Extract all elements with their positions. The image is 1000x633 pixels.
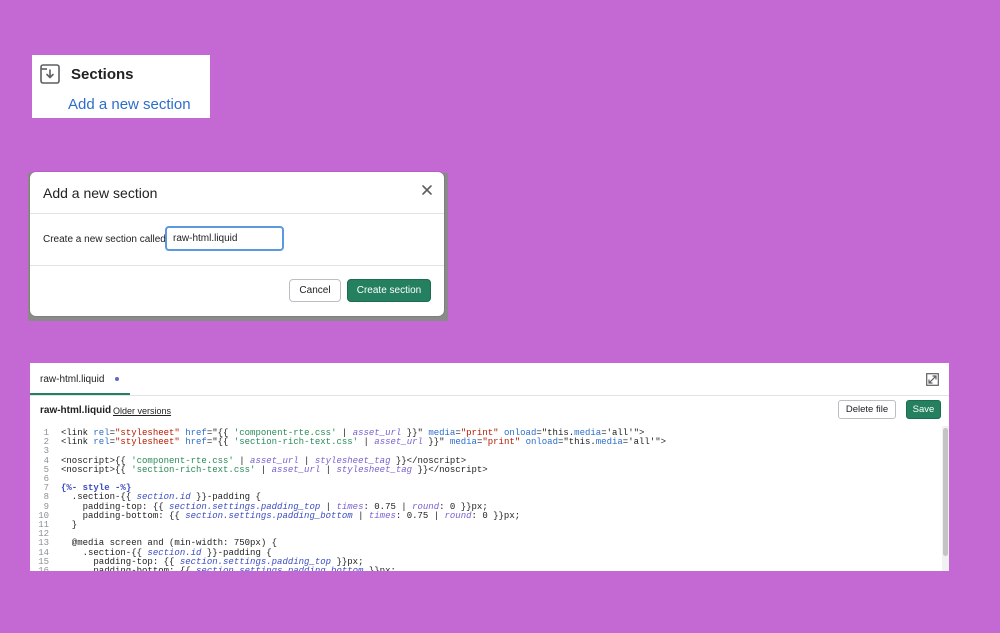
code-line: 16 padding-bottom: {{ section.settings.p…	[30, 566, 940, 571]
modal-divider-bottom	[30, 265, 444, 266]
sections-header: Sections	[40, 64, 134, 84]
code-line: 10 padding-bottom: {{ section.settings.p…	[30, 510, 940, 521]
tab-raw-html-liquid[interactable]: raw-html.liquid	[30, 363, 130, 395]
add-new-section-link[interactable]: Add a new section	[68, 96, 191, 113]
scrollbar-thumb[interactable]	[943, 428, 948, 556]
tab-label: raw-html.liquid	[40, 374, 105, 385]
code-text: padding-bottom: {{ section.settings.padd…	[61, 510, 521, 521]
cancel-button[interactable]: Cancel	[289, 279, 341, 302]
code-line: 6	[30, 474, 940, 484]
code-text: }	[61, 520, 78, 530]
modal-divider-top	[30, 213, 444, 214]
code-editor: raw-html.liquid raw-html.liquid Older ve…	[30, 363, 949, 571]
code-text: <link rel="stylesheet" href="{{ 'section…	[61, 437, 667, 448]
line-number: 16	[38, 566, 49, 571]
code-line: 11 }	[30, 520, 940, 530]
code-area[interactable]: 1 <link rel="stylesheet" href="{{ 'compon…	[30, 426, 940, 571]
section-name-label: Create a new section called	[43, 234, 166, 245]
code-line: 5 <noscript>{{ 'section-rich-text.css' | …	[30, 464, 940, 475]
code-text: <noscript>{{ 'section-rich-text.css' | a…	[61, 464, 488, 475]
delete-file-button[interactable]: Delete file	[838, 400, 896, 419]
save-button[interactable]: Save	[906, 400, 941, 419]
modal-title: Add a new section	[43, 185, 158, 201]
unsaved-dot-icon	[115, 377, 119, 381]
sections-panel: Sections Add a new section	[32, 55, 210, 118]
code-line: 2 <link rel="stylesheet" href="{{ 'sectio…	[30, 437, 940, 448]
older-versions-link[interactable]: Older versions	[113, 406, 171, 416]
vertical-scrollbar[interactable]	[942, 426, 949, 571]
create-section-button[interactable]: Create section	[347, 279, 431, 302]
add-section-modal: Add a new section Create a new section c…	[30, 172, 444, 316]
file-toolbar: raw-html.liquid Older versions Delete fi…	[30, 396, 949, 426]
editor-tab-bar: raw-html.liquid	[30, 363, 949, 396]
section-name-input[interactable]	[165, 226, 284, 251]
close-icon[interactable]	[420, 183, 434, 197]
file-name: raw-html.liquid	[40, 405, 112, 416]
sections-title: Sections	[71, 65, 134, 83]
code-text: padding-bottom: {{ section.settings.padd…	[61, 566, 396, 571]
download-box-icon	[40, 64, 60, 84]
expand-icon[interactable]	[926, 373, 939, 386]
